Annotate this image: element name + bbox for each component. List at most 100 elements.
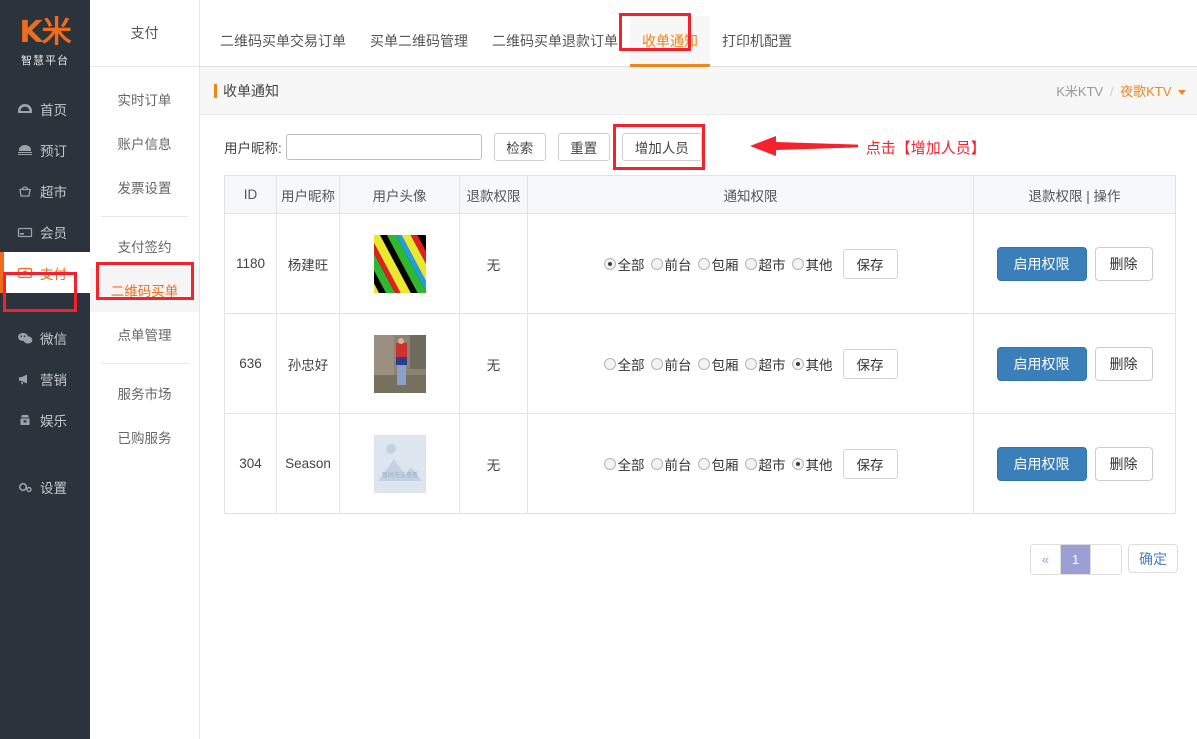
radio-all[interactable]: 全部 <box>603 454 645 474</box>
col-header-nickname: 用户昵称 <box>276 175 340 214</box>
sidebar-item-member[interactable]: 会员 <box>0 211 90 252</box>
subnav-item-qrcode-payment[interactable]: 二维码买单 <box>90 268 199 312</box>
sidebar-item-payment[interactable]: 支付 <box>0 252 90 293</box>
subnav-item-order-management[interactable]: 点单管理 <box>90 312 199 356</box>
tab-qrcode-transaction-orders[interactable]: 二维码买单交易订单 <box>208 16 358 66</box>
radio-supermarket[interactable]: 超市 <box>744 354 786 374</box>
primary-sidebar: K米 智慧平台 首页 预订 超市 会员 支付 微信 营销 娱乐 设置 <box>0 0 90 739</box>
subnav-item-account-info[interactable]: 账户信息 <box>90 121 199 165</box>
radio-private-room[interactable]: 包厢 <box>697 354 739 374</box>
logo-subtitle: 智慧平台 <box>21 55 69 67</box>
tab-qrcode-refund-orders[interactable]: 二维码买单退款订单 <box>480 16 630 66</box>
nickname-filter-label: 用户昵称: <box>224 141 282 156</box>
sidebar-item-label: 设置 <box>40 480 67 496</box>
subnav-item-invoice-settings[interactable]: 发票设置 <box>90 165 199 209</box>
radio-dot-icon <box>791 257 804 270</box>
breadcrumb[interactable]: K米KTV / 夜歌KTV <box>1056 81 1186 100</box>
subnav-item-payment-contract[interactable]: 支付签约 <box>90 224 199 268</box>
tab-receipt-notification[interactable]: 收单通知 <box>630 16 710 67</box>
sidebar-item-home[interactable]: 首页 <box>0 88 90 129</box>
radio-supermarket[interactable]: 超市 <box>744 254 786 274</box>
annotation-text: 点击【增加人员】 <box>865 139 986 157</box>
sidebar-item-booking[interactable]: 预订 <box>0 129 90 170</box>
radio-label: 全部 <box>617 357 645 373</box>
table-row: 636 孙忠好 无 全部 前台 包厢 超市 其他 保存 启用权限 删除 <box>224 313 1176 414</box>
save-button[interactable]: 保存 <box>842 248 898 279</box>
radio-other[interactable]: 其他 <box>791 354 833 374</box>
search-button[interactable]: 检索 <box>493 133 546 161</box>
page-content: 收单通知 K米KTV / 夜歌KTV 用户昵称: 检索 重置 增加人员 点击【增… <box>200 67 1197 575</box>
sidebar-item-marketing[interactable]: 营销 <box>0 358 90 399</box>
enable-permission-button[interactable]: 启用权限 <box>996 346 1087 381</box>
radio-dot-icon <box>650 357 663 370</box>
radio-private-room[interactable]: 包厢 <box>697 454 739 474</box>
notification-permission-table: ID 用户昵称 用户头像 退款权限 通知权限 退款权限 | 操作 1180 杨建 <box>224 175 1176 514</box>
delete-button[interactable]: 删除 <box>1094 346 1153 381</box>
cell-refund-permission: 无 <box>459 313 528 414</box>
sidebar-item-label: 预订 <box>40 143 67 159</box>
reset-button[interactable]: 重置 <box>557 133 610 161</box>
store-icon <box>16 184 34 198</box>
subnav-item-realtime-orders[interactable]: 实时订单 <box>90 77 199 121</box>
chevron-down-icon[interactable] <box>1178 90 1186 96</box>
radio-other[interactable]: 其他 <box>791 254 833 274</box>
radio-front-desk[interactable]: 前台 <box>650 254 692 274</box>
subnav-item-purchased-services[interactable]: 已购服务 <box>90 415 199 459</box>
radio-other[interactable]: 其他 <box>791 454 833 474</box>
sidebar-item-wechat[interactable]: 微信 <box>0 317 90 358</box>
sidebar-item-settings[interactable]: 设置 <box>0 466 90 507</box>
radio-private-room[interactable]: 包厢 <box>697 254 739 274</box>
save-button[interactable]: 保存 <box>842 348 898 379</box>
subnav-item-service-market[interactable]: 服务市场 <box>90 371 199 415</box>
enable-permission-button[interactable]: 启用权限 <box>996 446 1087 481</box>
delete-button[interactable]: 删除 <box>1094 446 1153 481</box>
pagination-prev[interactable]: « <box>1031 545 1061 574</box>
tab-printer-config[interactable]: 打印机配置 <box>710 16 804 66</box>
radio-supermarket[interactable]: 超市 <box>744 454 786 474</box>
radio-dot-icon <box>650 257 663 270</box>
table-row: 1180 杨建旺 无 全部 前台 包厢 超市 其他 保存 启用权限 删除 <box>224 201 1176 329</box>
add-person-button[interactable]: 增加人员 <box>621 133 702 161</box>
cell-avatar: 暂时无法查看 <box>339 413 460 514</box>
nickname-search-input[interactable] <box>285 134 482 160</box>
pagination-page-1[interactable]: 1 <box>1061 545 1091 574</box>
cell-operations: 启用权限 删除 <box>973 213 1176 314</box>
radio-front-desk[interactable]: 前台 <box>650 454 692 474</box>
radio-dot-icon <box>791 457 804 470</box>
delete-button[interactable]: 删除 <box>1094 246 1153 281</box>
enable-permission-button[interactable]: 启用权限 <box>996 246 1087 281</box>
tab-bar: 二维码买单交易订单 买单二维码管理 二维码买单退款订单 收单通知 打印机配置 <box>200 0 1197 67</box>
pagination-confirm-button[interactable]: 确定 <box>1128 544 1178 573</box>
radio-label: 前台 <box>664 457 692 473</box>
page-title-text: 收单通知 <box>223 82 279 99</box>
radio-label: 包厢 <box>711 357 739 373</box>
tab-qrcode-management[interactable]: 买单二维码管理 <box>358 16 480 66</box>
radio-dot-icon <box>744 457 757 470</box>
breadcrumb-current: 夜歌KTV <box>1120 84 1172 99</box>
table-row: 304 Season 暂时无法查看 无 全部 前台 包厢 超市 其他 保存 启用… <box>224 413 1176 514</box>
radio-dot-icon <box>650 457 663 470</box>
radio-label: 超市 <box>758 257 786 273</box>
operation-buttons: 启用权限 删除 <box>975 346 1174 381</box>
radio-label: 其他 <box>805 257 833 273</box>
booking-icon <box>16 143 34 157</box>
radio-all[interactable]: 全部 <box>603 354 645 374</box>
sidebar-item-entertainment[interactable]: 娱乐 <box>0 399 90 440</box>
radio-label: 包厢 <box>711 457 739 473</box>
radio-label: 其他 <box>805 357 833 373</box>
radio-all[interactable]: 全部 <box>603 254 645 274</box>
table-header-row: ID 用户昵称 用户头像 退款权限 通知权限 退款权限 | 操作 <box>224 175 1176 214</box>
notify-radio-group: 全部 前台 包厢 超市 其他 保存 <box>529 348 972 379</box>
sidebar-item-store[interactable]: 超市 <box>0 170 90 211</box>
save-button[interactable]: 保存 <box>842 448 898 479</box>
radio-label: 前台 <box>664 357 692 373</box>
sidebar-item-label: 娱乐 <box>40 413 67 429</box>
radio-label: 前台 <box>664 257 692 273</box>
operation-buttons: 启用权限 删除 <box>975 446 1174 481</box>
page-title: 收单通知 <box>214 81 279 101</box>
radio-front-desk[interactable]: 前台 <box>650 354 692 374</box>
nav-spacer-2 <box>0 440 90 466</box>
filter-bar: 用户昵称: 检索 重置 增加人员 点击【增加人员】 <box>200 115 1197 175</box>
radio-dot-icon <box>603 257 616 270</box>
